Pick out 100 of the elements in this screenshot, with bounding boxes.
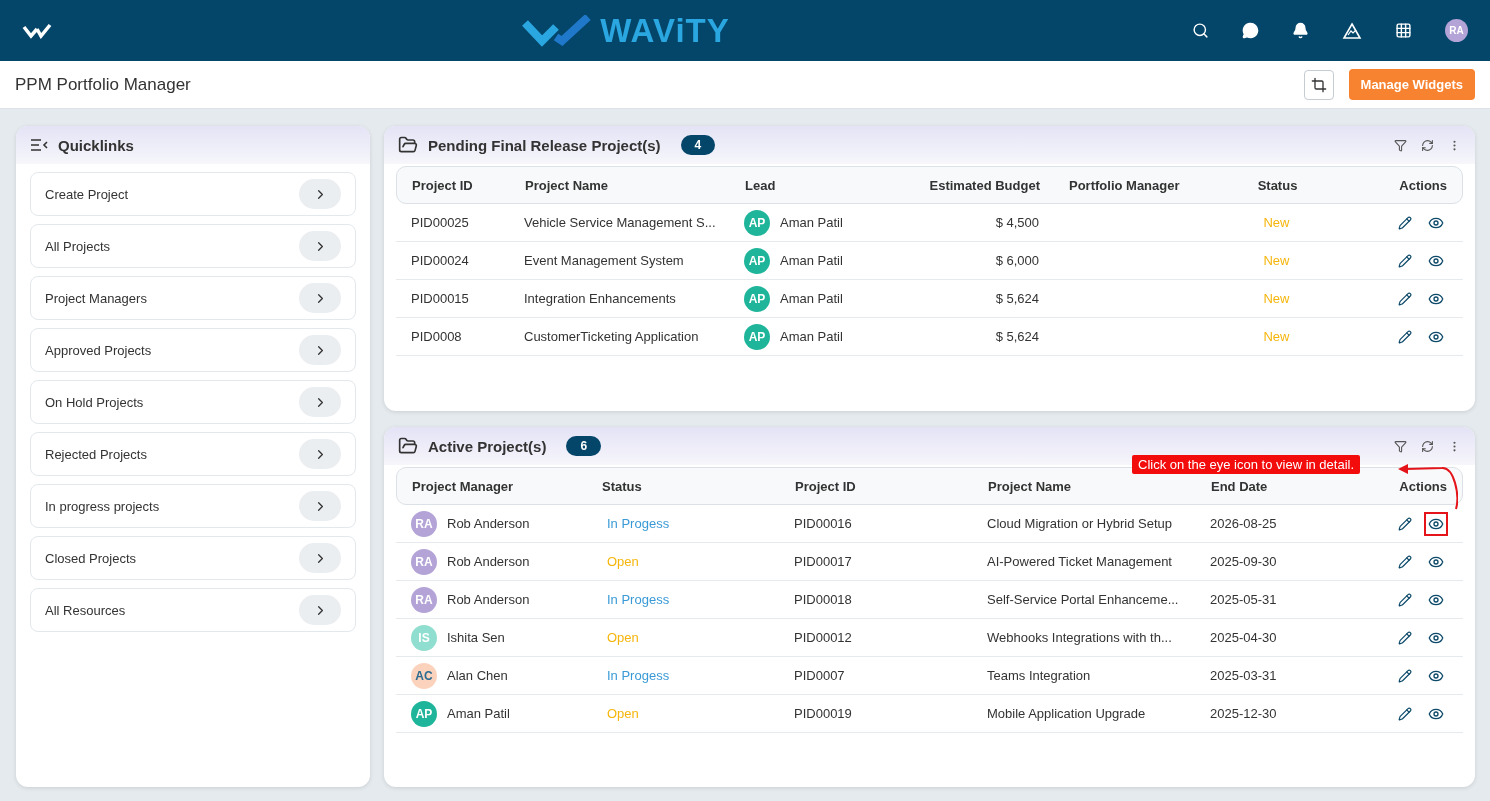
crop-icon	[1310, 76, 1327, 93]
view-button[interactable]	[1424, 511, 1448, 536]
filter-icon[interactable]	[1394, 439, 1407, 453]
table-cell-text: PID00015	[411, 291, 470, 306]
count-badge: 4	[680, 135, 716, 155]
table-cell-text: Vehicle Service Management S...	[524, 215, 717, 230]
quicklink-item[interactable]: Create Project	[30, 172, 356, 216]
pencil-icon	[1398, 554, 1412, 569]
chat-icon[interactable]	[1242, 22, 1259, 39]
column-header: Project Name	[525, 177, 610, 193]
quicklink-item[interactable]: Rejected Projects	[30, 432, 356, 476]
status-text: New	[1262, 291, 1291, 306]
quicklink-label: Project Managers	[45, 290, 147, 306]
pencil-icon	[1398, 215, 1412, 230]
filter-icon[interactable]	[1394, 138, 1407, 152]
quicklink-label: Closed Projects	[45, 550, 137, 566]
panel-title: Active Project(s)	[428, 437, 547, 455]
table-cell-text: Event Management System	[524, 253, 685, 268]
column-header: Project Manager	[412, 478, 515, 494]
column-header: Status	[1256, 177, 1299, 193]
avatar: AC	[411, 662, 437, 689]
table-cell-text: Integration Enhancements	[524, 291, 677, 306]
quicklink-item[interactable]: All Projects	[30, 224, 356, 268]
table-cell-text: Teams Integration	[987, 668, 1092, 683]
table-cell-text: 2025-12-30	[1210, 706, 1278, 721]
avatar: AP	[744, 323, 770, 350]
table-cell-text: PID00017	[794, 554, 853, 569]
refresh-icon[interactable]	[1421, 439, 1434, 453]
quicklink-item[interactable]: Closed Projects	[30, 536, 356, 580]
pencil-icon	[1398, 516, 1412, 531]
table-cell-text: PID00019	[794, 706, 853, 721]
table-cell-text: $ 5,624	[994, 329, 1039, 344]
quicklink-item[interactable]: All Resources	[30, 588, 356, 632]
refresh-icon[interactable]	[1421, 138, 1434, 152]
person-name: Alan Chen	[447, 668, 508, 683]
column-header: Estimated Budget	[928, 177, 1040, 193]
quicklink-label: All Resources	[45, 602, 126, 618]
person-name: Aman Patil	[780, 253, 843, 268]
avatar: AP	[744, 247, 770, 274]
quicklink-item[interactable]: Project Managers	[30, 276, 356, 320]
table-cell-text: $ 4,500	[994, 215, 1039, 230]
panel-title: Quicklinks	[58, 136, 134, 154]
person-name: Rob Anderson	[447, 554, 530, 569]
status-text: New	[1262, 329, 1291, 344]
column-header: Project ID	[795, 478, 857, 494]
column-header: Portfolio Manager	[1068, 177, 1181, 193]
person-name: Aman Patil	[447, 706, 510, 721]
brand-name: WAViTY	[600, 11, 730, 50]
avatar: IS	[411, 624, 437, 651]
status-text: In Progess	[606, 516, 671, 531]
crop-button[interactable]	[1303, 69, 1334, 100]
search-icon[interactable]	[1192, 22, 1209, 39]
table-cell-text: 2025-04-30	[1210, 630, 1278, 645]
table-cell-text: $ 6,000	[994, 253, 1039, 268]
avatar: AP	[744, 285, 770, 312]
table-cell-text: PID00016	[794, 516, 853, 531]
quicklink-label: Rejected Projects	[45, 446, 147, 462]
collapse-menu-icon[interactable]	[30, 138, 48, 152]
quicklink-label: Create Project	[45, 186, 129, 202]
person-name: Rob Anderson	[447, 592, 530, 607]
table-cell-text: 2025-09-30	[1210, 554, 1278, 569]
table-cell-text: 2025-03-31	[1210, 668, 1278, 683]
column-header: Status	[602, 478, 643, 494]
table-cell-text: AI-Powered Ticket Management	[987, 554, 1173, 569]
status-text: In Progess	[606, 592, 671, 607]
bell-icon[interactable]	[1292, 22, 1309, 39]
table-cell-text: Mobile Application Upgrade	[987, 706, 1147, 721]
status-text: Open	[606, 630, 640, 645]
pencil-icon	[1398, 630, 1412, 645]
person-name: Aman Patil	[780, 291, 843, 306]
table-cell-text: PID0007	[794, 668, 846, 683]
avatar: RA	[411, 586, 437, 613]
avatar: RA	[411, 510, 437, 537]
panel-title: Pending Final Release Project(s)	[428, 136, 661, 154]
pencil-icon	[1398, 706, 1412, 721]
column-header: Project Name	[988, 478, 1073, 494]
grid-icon[interactable]	[1395, 22, 1412, 39]
callout-arrow	[1396, 461, 1458, 511]
person-name: Aman Patil	[780, 329, 843, 344]
quicklink-item[interactable]: In progress projects	[30, 484, 356, 528]
warning-triangle-icon[interactable]	[1342, 21, 1362, 40]
pencil-icon	[1398, 592, 1412, 607]
pencil-icon	[1398, 668, 1412, 683]
quicklink-label: On Hold Projects	[45, 394, 144, 410]
folder-icon	[398, 135, 418, 155]
pencil-icon	[1398, 291, 1412, 306]
table-cell-text: 2025-05-31	[1210, 592, 1278, 607]
status-text: Open	[606, 706, 640, 721]
table-cell-text: Cloud Migration or Hybrid Setup	[987, 516, 1173, 531]
column-header: Lead	[745, 177, 777, 193]
callout-label: Click on the eye icon to view in detail.	[1132, 455, 1361, 474]
quicklink-item[interactable]: Approved Projects	[30, 328, 356, 372]
quicklink-item[interactable]: On Hold Projects	[30, 380, 356, 424]
table-cell-text: PID0008	[411, 329, 463, 344]
avatar: RA	[411, 548, 437, 575]
table-cell-text: $ 5,624	[994, 291, 1039, 306]
status-text: New	[1262, 215, 1291, 230]
pencil-icon	[1398, 253, 1412, 268]
person-name: Ishita Sen	[447, 630, 505, 645]
table-cell-text: CustomerTicketing Application	[524, 329, 700, 344]
